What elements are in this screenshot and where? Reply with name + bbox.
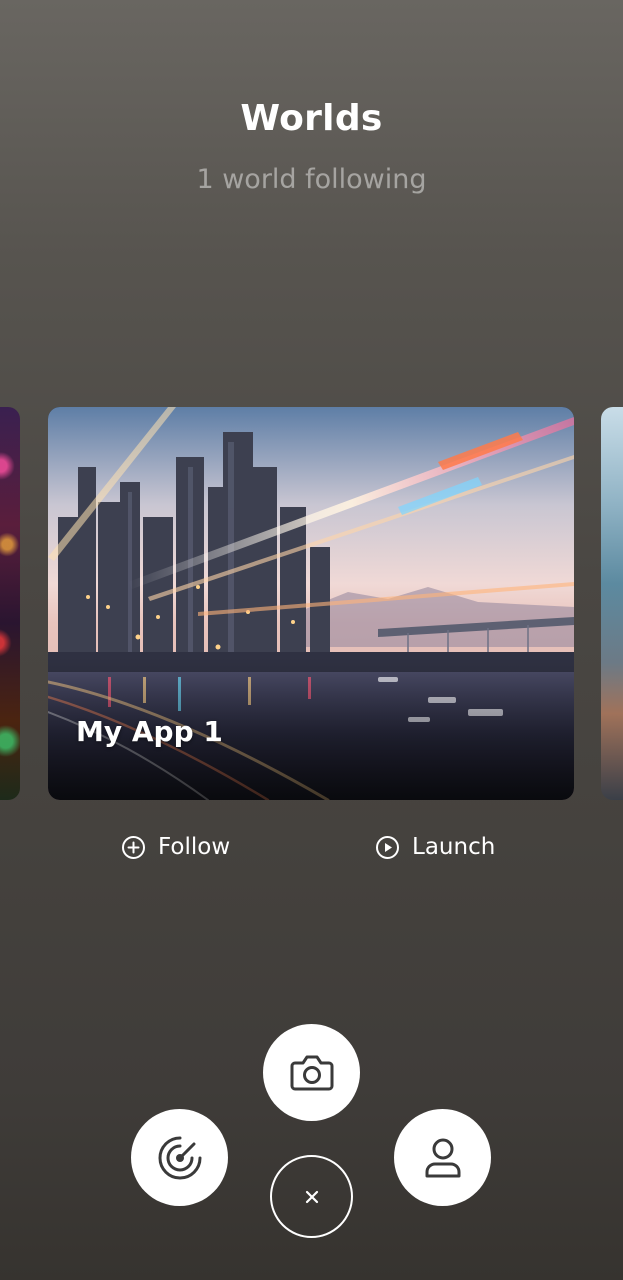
camera-button[interactable] [263, 1024, 360, 1121]
radar-icon [158, 1136, 201, 1179]
follow-label: Follow [158, 834, 231, 860]
world-name: My App 1 [76, 715, 223, 748]
following-count: 1 world following [196, 164, 427, 195]
page-title: Worlds [240, 98, 383, 139]
profile-button[interactable] [394, 1109, 491, 1206]
follow-button[interactable]: Follow [121, 830, 230, 864]
carousel-card-previous[interactable] [0, 407, 20, 800]
play-circle-icon [376, 835, 399, 859]
carousel-card-current[interactable]: My App 1 [48, 407, 574, 800]
profile-icon [425, 1138, 460, 1177]
close-icon [305, 1190, 318, 1203]
close-menu-button[interactable] [270, 1155, 353, 1238]
carousel-card-next[interactable] [601, 407, 623, 800]
launch-label: Launch [412, 834, 496, 860]
launch-button[interactable]: Launch [375, 830, 495, 864]
camera-icon [290, 1055, 333, 1090]
plus-circle-icon [122, 835, 145, 859]
radar-button[interactable] [131, 1109, 228, 1206]
worlds-screen: Worlds 1 world following My App 1 Follow… [0, 0, 623, 1280]
